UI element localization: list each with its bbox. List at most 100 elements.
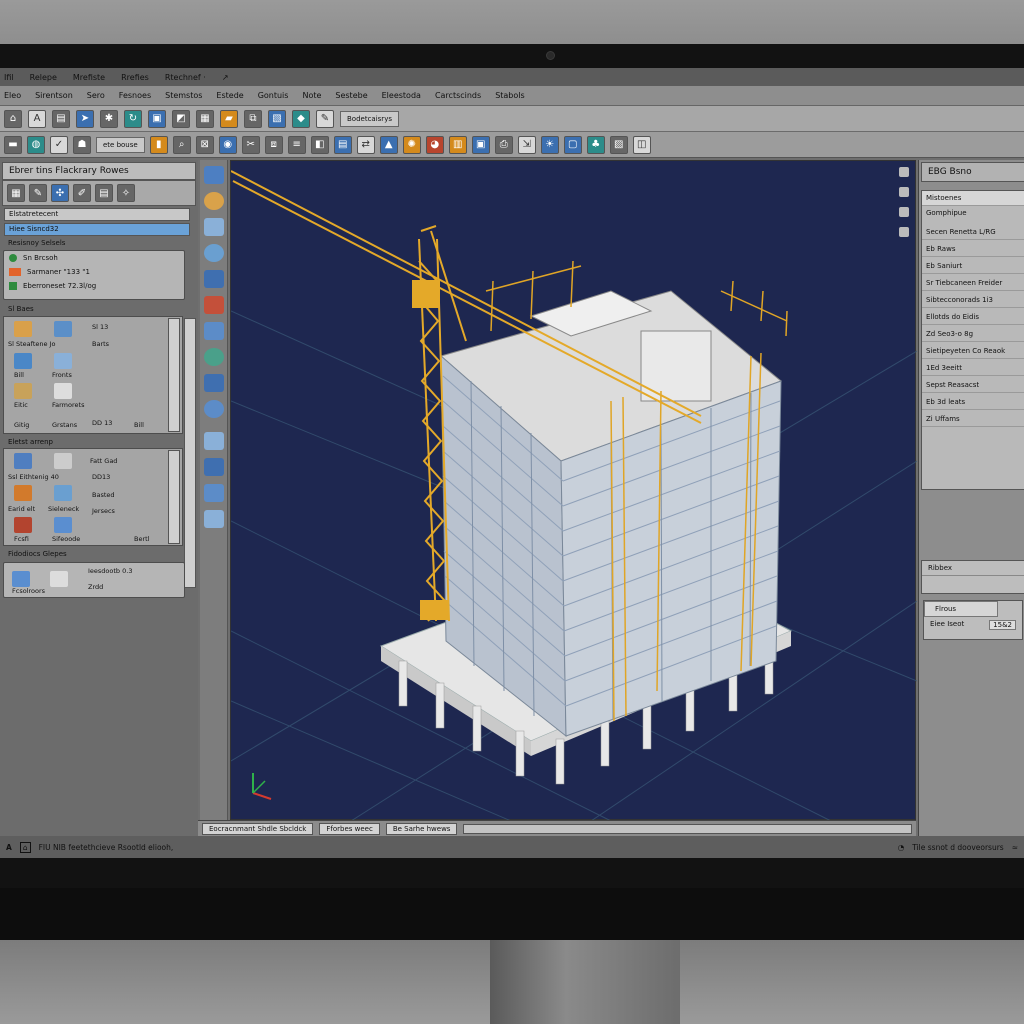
tools-icon[interactable]: ✣	[51, 184, 69, 202]
ribbon-tab[interactable]: Stabols	[495, 91, 524, 100]
table-view-icon[interactable]: ▤	[95, 184, 113, 202]
ribbon-tab[interactable]: Sirentson	[35, 91, 73, 100]
link-icon[interactable]: ⧉	[244, 109, 262, 128]
image-icon[interactable]: ▧	[268, 109, 286, 128]
menu-item[interactable]: Rrefies	[121, 73, 149, 82]
material-icon[interactable]	[14, 485, 32, 501]
measure-icon[interactable]: ⊠	[195, 135, 214, 154]
toolbar-field[interactable]: ete bouse	[96, 136, 145, 153]
toolbar-field[interactable]: Bodetcaisrys	[340, 110, 399, 127]
ribbon-tab[interactable]: Fesnoes	[119, 91, 151, 100]
pencil-icon[interactable]: ✎	[316, 109, 334, 128]
export-icon[interactable]: ⇲	[517, 135, 536, 154]
zoom-icon[interactable]	[899, 187, 909, 197]
home-icon[interactable]: ⌂	[4, 109, 22, 128]
material-icon[interactable]	[14, 517, 32, 533]
window-icon[interactable]: ◫	[632, 135, 651, 154]
property-row[interactable]: Sarmaner "133 "1	[4, 265, 184, 279]
page-icon[interactable]: ▤	[52, 109, 70, 128]
wand-icon[interactable]: ✧	[117, 184, 135, 202]
scrollbar[interactable]	[168, 450, 180, 544]
folder-icon[interactable]: ▰	[220, 109, 238, 128]
orbit-icon[interactable]	[204, 400, 224, 418]
list-header[interactable]: Mistoenes	[922, 191, 1024, 206]
grid-view-icon[interactable]: ▦	[7, 184, 25, 202]
node-icon[interactable]	[204, 218, 224, 236]
material-icon[interactable]	[54, 485, 72, 501]
sun-icon[interactable]	[204, 192, 224, 210]
hierarchy-icon[interactable]	[204, 484, 224, 502]
frame-icon[interactable]: ▢	[563, 135, 582, 154]
cursor-icon[interactable]	[204, 458, 224, 476]
ribbon-tab[interactable]: Eleo	[4, 91, 21, 100]
photo-icon[interactable]: ▨	[609, 135, 628, 154]
component-icon[interactable]	[54, 321, 72, 337]
box-field-value[interactable]: 15&2	[989, 620, 1016, 630]
tree-icon[interactable]	[204, 322, 224, 340]
move-icon[interactable]: ⇄	[356, 135, 375, 154]
material-icon[interactable]	[54, 517, 72, 533]
car-icon[interactable]: ▬	[4, 135, 22, 154]
horizontal-scrollbar[interactable]	[463, 823, 912, 834]
dropdown-field[interactable]: Elstatretecent	[4, 208, 190, 221]
list-item[interactable]: 1Ed 3eeitt	[922, 361, 1024, 376]
scrollbar[interactable]	[168, 318, 180, 432]
globe-icon[interactable]	[204, 348, 224, 366]
ribbon-tab[interactable]: Gontuis	[258, 91, 289, 100]
view-tab[interactable]: Be Sarhe hwews	[385, 822, 458, 835]
text-icon[interactable]: A	[28, 109, 46, 128]
ribbon-tab[interactable]: Eleestoda	[382, 91, 421, 100]
list-item[interactable]: Eb 3d leats	[922, 395, 1024, 410]
component-icon[interactable]	[54, 353, 72, 369]
network-icon[interactable]	[204, 510, 224, 528]
pan-icon[interactable]	[899, 227, 909, 237]
shape-icon[interactable]: ◧	[310, 135, 329, 154]
view-tab[interactable]: Eocracnmant Shdle Sbcldck	[202, 822, 314, 835]
brush-icon[interactable]: ✐	[73, 184, 91, 202]
frame-icon[interactable]	[204, 374, 224, 392]
list-item[interactable]: Sepst Reasacst	[922, 378, 1024, 393]
check-icon[interactable]: ✓	[50, 135, 68, 154]
component-icon[interactable]	[54, 383, 72, 399]
list-item[interactable]: Ellotds do Eidis	[922, 310, 1024, 325]
property-row[interactable]: Sn Brcsoh	[4, 251, 184, 265]
material-icon[interactable]	[54, 453, 72, 469]
color-wheel-icon[interactable]: ◕	[425, 135, 444, 154]
panel-scrollbar[interactable]	[184, 318, 196, 588]
view-tab[interactable]: Fforbes weec	[319, 822, 380, 835]
light-icon[interactable]: ☀	[540, 135, 559, 154]
menu-item[interactable]: ↗	[222, 73, 229, 82]
grid-icon[interactable]: ▦	[196, 109, 214, 128]
lock-icon[interactable]	[204, 432, 224, 450]
ribbon-tab[interactable]: Estede	[216, 91, 243, 100]
palette-icon[interactable]: ✺	[402, 135, 421, 154]
menu-item[interactable]: Relepe	[30, 73, 57, 82]
menu-item[interactable]: Rtechnef ·	[165, 73, 206, 82]
target-icon[interactable]	[204, 296, 224, 314]
list-item[interactable]: Zd Seo3-o 8g	[922, 327, 1024, 342]
cube-icon[interactable]: ⧈	[264, 135, 283, 154]
wifi-icon[interactable]: ≈	[1012, 843, 1018, 852]
ribbon-tab[interactable]: Stemstos	[165, 91, 202, 100]
draw-icon[interactable]: ✎	[29, 184, 47, 202]
detail-icon[interactable]	[12, 571, 30, 587]
property-row[interactable]: Eberroneset 72.3l/og	[4, 279, 184, 293]
ribbon-tab[interactable]: Sestebe	[335, 91, 367, 100]
rotate-icon[interactable]: ↻	[124, 109, 142, 128]
sphere-icon[interactable]	[204, 244, 224, 262]
ribbon-tab[interactable]: Carctscinds	[435, 91, 481, 100]
navigation-icon[interactable]	[899, 167, 909, 177]
object-icon[interactable]: ◆	[292, 109, 310, 128]
render-icon[interactable]: ▣	[471, 135, 490, 154]
view-icon[interactable]: ▣	[148, 109, 166, 128]
settings-icon[interactable]: ✱	[100, 109, 118, 128]
align-icon[interactable]: ≡	[287, 135, 306, 154]
list-item[interactable]: Sibtecconorads 1i3	[922, 293, 1024, 308]
list-item[interactable]: Zi Uffams	[922, 412, 1024, 427]
list-item[interactable]: Sr Tiebcaneen Freider	[922, 276, 1024, 291]
print-icon[interactable]: ⎙	[494, 135, 513, 154]
3d-viewport[interactable]	[230, 160, 918, 822]
search-icon[interactable]: ⌕	[172, 135, 191, 154]
box-icon[interactable]: ▮	[149, 135, 168, 154]
selected-field[interactable]: Hiee Sisncd32	[4, 223, 190, 236]
